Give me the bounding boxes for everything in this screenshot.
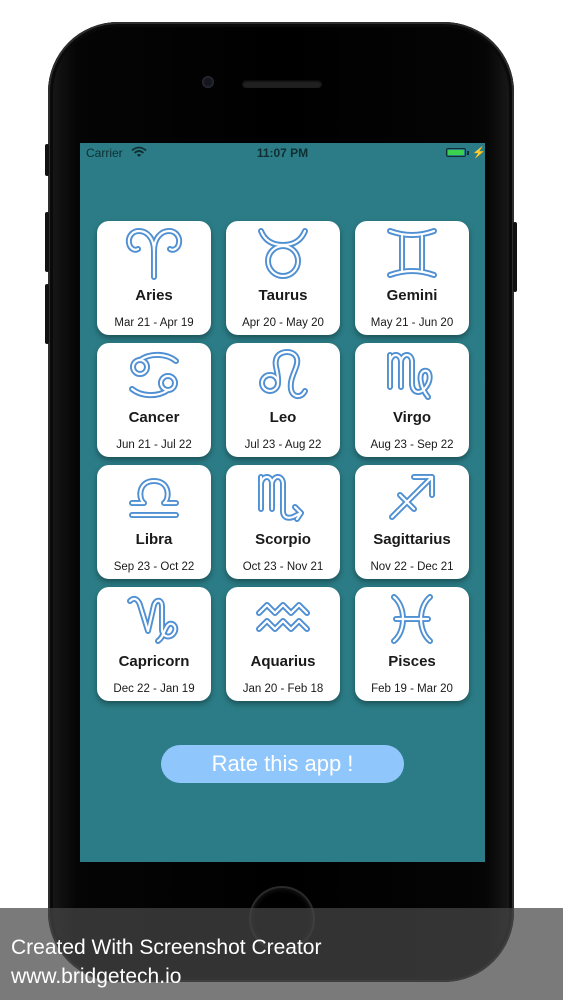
zodiac-name: Cancer bbox=[128, 409, 180, 426]
charging-icon: ⚡ bbox=[472, 147, 485, 159]
zodiac-name: Scorpio bbox=[255, 531, 311, 548]
capricorn-icon bbox=[127, 595, 179, 644]
power-button bbox=[513, 222, 517, 292]
pisces-icon bbox=[391, 594, 433, 644]
watermark-line-1: Created With Screenshot Creator bbox=[11, 936, 322, 959]
libra-icon bbox=[129, 478, 179, 518]
zodiac-card-capricorn[interactable]: Capricorn Dec 22 - Jan 19 bbox=[97, 587, 211, 701]
zodiac-dates: Aug 23 - Sep 22 bbox=[370, 439, 454, 451]
zodiac-card-gemini[interactable]: Gemini May 21 - Jun 20 bbox=[355, 221, 469, 335]
earpiece-speaker bbox=[242, 80, 322, 88]
zodiac-card-scorpio[interactable]: Scorpio Oct 23 - Nov 21 bbox=[226, 465, 340, 579]
zodiac-dates: Dec 22 - Jan 19 bbox=[113, 683, 195, 695]
zodiac-card-aries[interactable]: Aries Mar 21 - Apr 19 bbox=[97, 221, 211, 335]
zodiac-dates: Mar 21 - Apr 19 bbox=[114, 317, 194, 329]
zodiac-dates: Nov 22 - Dec 21 bbox=[370, 561, 454, 573]
zodiac-card-virgo[interactable]: Virgo Aug 23 - Sep 22 bbox=[355, 343, 469, 457]
scorpio-icon bbox=[258, 474, 304, 522]
zodiac-name: Virgo bbox=[392, 409, 432, 426]
zodiac-name: Aquarius bbox=[250, 653, 316, 670]
taurus-icon bbox=[258, 228, 308, 279]
zodiac-dates: Jun 21 - Jul 22 bbox=[116, 439, 192, 451]
zodiac-name: Gemini bbox=[386, 287, 438, 304]
gemini-icon bbox=[387, 228, 437, 278]
app-screen: Carrier 11:07 PM ⚡ Aries Mar 21 - Apr 19 bbox=[80, 143, 485, 862]
aries-icon bbox=[125, 228, 183, 280]
watermark-line-2: www.bridgetech.io bbox=[11, 965, 182, 988]
zodiac-name: Libra bbox=[135, 531, 173, 548]
zodiac-card-taurus[interactable]: Taurus Apr 20 - May 20 bbox=[226, 221, 340, 335]
zodiac-dates: Apr 20 - May 20 bbox=[242, 317, 324, 329]
volume-up-button bbox=[45, 212, 49, 272]
volume-down-button bbox=[45, 284, 49, 344]
screenshot-stage: Carrier 11:07 PM ⚡ Aries Mar 21 - Apr 19 bbox=[0, 0, 563, 1000]
zodiac-card-pisces[interactable]: Pisces Feb 19 - Mar 20 bbox=[355, 587, 469, 701]
zodiac-name: Aries bbox=[135, 287, 173, 304]
zodiac-dates: Jan 20 - Feb 18 bbox=[242, 683, 324, 695]
cancer-icon bbox=[129, 351, 179, 399]
zodiac-dates: Jul 23 - Aug 22 bbox=[244, 439, 322, 451]
status-bar: Carrier 11:07 PM ⚡ bbox=[80, 143, 485, 163]
rate-app-button[interactable]: Rate this app ! bbox=[161, 745, 404, 783]
leo-icon bbox=[259, 349, 308, 399]
zodiac-dates: Sep 23 - Oct 22 bbox=[113, 561, 195, 573]
mute-switch bbox=[45, 144, 49, 176]
zodiac-name: Sagittarius bbox=[373, 531, 451, 548]
sagittarius-icon bbox=[389, 474, 435, 520]
status-time: 11:07 PM bbox=[256, 146, 309, 160]
zodiac-dates: Oct 23 - Nov 21 bbox=[242, 561, 324, 573]
zodiac-name: Taurus bbox=[258, 287, 308, 304]
zodiac-card-aquarius[interactable]: Aquarius Jan 20 - Feb 18 bbox=[226, 587, 340, 701]
zodiac-dates: Feb 19 - Mar 20 bbox=[371, 683, 453, 695]
virgo-icon bbox=[387, 352, 433, 400]
battery-icon bbox=[446, 148, 466, 157]
zodiac-name: Leo bbox=[269, 409, 297, 426]
zodiac-dates: May 21 - Jun 20 bbox=[370, 317, 454, 329]
zodiac-name: Capricorn bbox=[118, 653, 190, 670]
zodiac-card-sagittarius[interactable]: Sagittarius Nov 22 - Dec 21 bbox=[355, 465, 469, 579]
zodiac-card-cancer[interactable]: Cancer Jun 21 - Jul 22 bbox=[97, 343, 211, 457]
battery-level bbox=[448, 150, 464, 155]
aquarius-icon bbox=[256, 602, 310, 632]
battery-tip bbox=[467, 151, 469, 155]
zodiac-card-leo[interactable]: Leo Jul 23 - Aug 22 bbox=[226, 343, 340, 457]
zodiac-card-libra[interactable]: Libra Sep 23 - Oct 22 bbox=[97, 465, 211, 579]
watermark-banner: Created With Screenshot Creator www.brid… bbox=[0, 908, 563, 1000]
zodiac-name: Pisces bbox=[388, 653, 436, 670]
front-camera-icon bbox=[202, 76, 214, 88]
